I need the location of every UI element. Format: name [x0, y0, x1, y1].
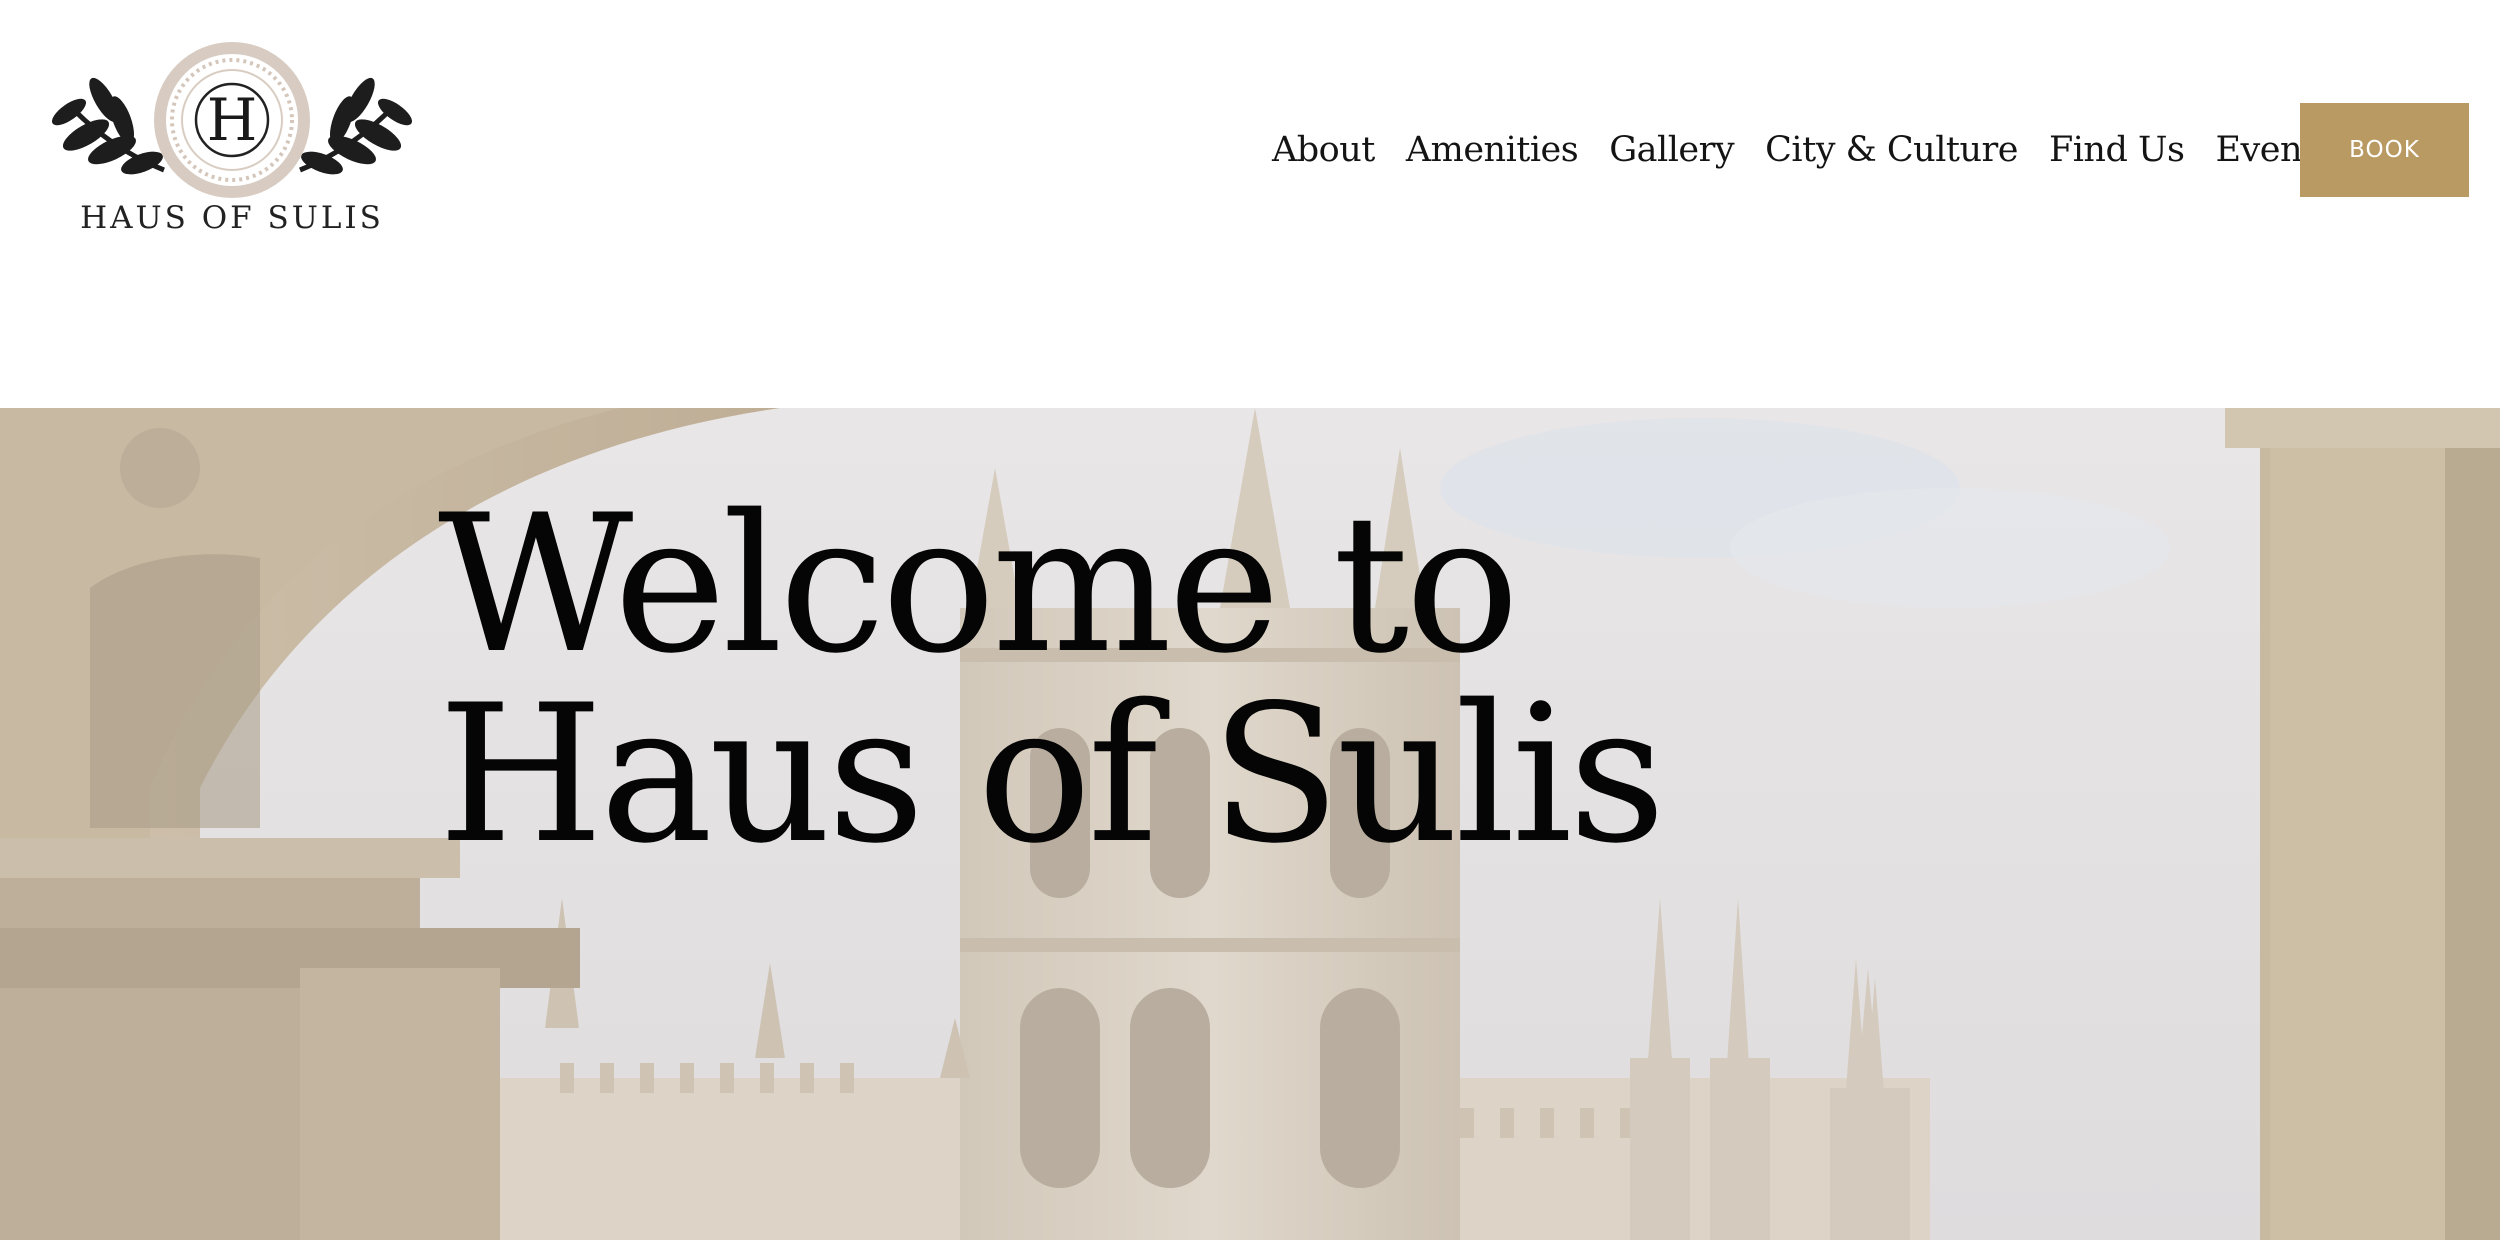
- hero-title-line-2: Haus of Sulis: [438, 664, 1666, 885]
- nav-item-city-culture[interactable]: City & Culture: [1765, 130, 2018, 170]
- site-header: H HAUS OF SULIS About Amenities Gallery …: [0, 0, 2500, 408]
- nav-item-amenities[interactable]: Amenities: [1406, 130, 1579, 170]
- svg-text:H: H: [207, 86, 258, 154]
- nav-item-gallery[interactable]: Gallery: [1609, 130, 1734, 170]
- hero-title: Welcome to Haus of Sulis: [438, 490, 1738, 870]
- brand-name: HAUS OF SULIS: [80, 200, 384, 236]
- main-nav: About Amenities Gallery City & Culture F…: [1272, 120, 2334, 180]
- book-button[interactable]: BOOK: [2300, 103, 2469, 197]
- laurel-wreath-logo-icon: H: [51, 42, 413, 198]
- site-logo[interactable]: H HAUS OF SULIS: [44, 40, 420, 246]
- hero-section: Welcome to Haus of Sulis: [0, 408, 2500, 1240]
- nav-item-about[interactable]: About: [1272, 130, 1375, 170]
- nav-item-find-us[interactable]: Find Us: [2049, 130, 2185, 170]
- hero-title-line-1: Welcome to: [438, 474, 1520, 695]
